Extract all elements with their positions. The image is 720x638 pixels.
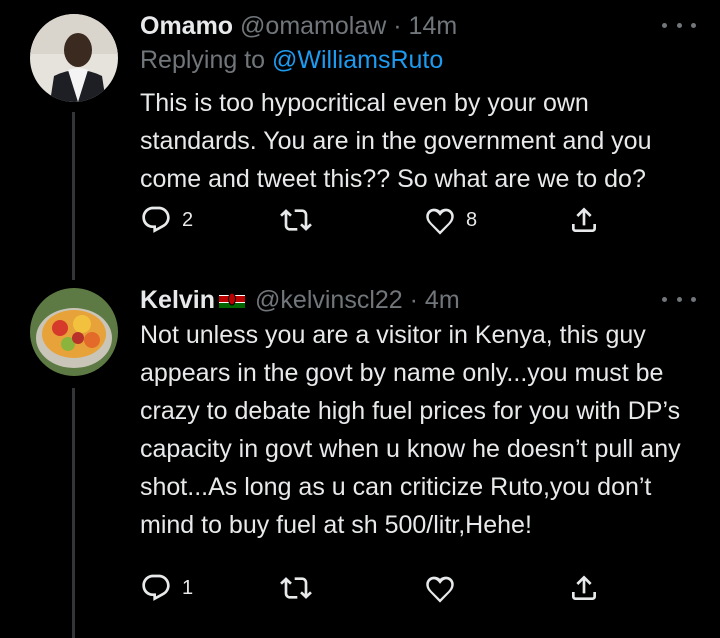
tweet-kelvin[interactable]: Kelvin @kelvinscl22 · 4m Not unless you …	[140, 284, 696, 603]
tweet-header: Kelvin @kelvinscl22 · 4m	[140, 284, 696, 316]
more-icon[interactable]	[662, 288, 696, 310]
retweet-button[interactable]	[280, 204, 322, 236]
reply-count: 1	[182, 576, 194, 599]
reply-button[interactable]: 1	[140, 572, 193, 604]
separator-dot: ·	[393, 12, 402, 40]
share-icon	[572, 207, 596, 232]
author-name[interactable]: Kelvin	[140, 286, 215, 314]
separator-dot: ·	[409, 286, 418, 314]
share-icon	[572, 575, 596, 600]
replying-to-label: Replying to	[140, 46, 273, 74]
tweet-actions: 2 8	[140, 204, 600, 244]
replying-to-line: Replying to @WilliamsRuto	[140, 44, 696, 76]
tweet-header: Omamo @omamolaw · 14m	[140, 10, 696, 42]
tweet-omamo[interactable]: Omamo @omamolaw · 14m Replying to @Willi…	[140, 10, 696, 235]
retweet-button[interactable]	[280, 572, 322, 604]
like-button[interactable]	[424, 572, 466, 604]
author-handle[interactable]: @omamolaw	[240, 12, 386, 40]
retweet-icon	[280, 577, 312, 599]
author-handle[interactable]: @kelvinscl22	[255, 286, 403, 314]
avatar-kelvin[interactable]	[30, 288, 118, 376]
like-count: 8	[466, 208, 478, 231]
reply-icon	[142, 574, 170, 601]
thread-line-1	[72, 112, 75, 280]
author-name[interactable]: Omamo	[140, 12, 233, 40]
more-icon[interactable]	[662, 14, 696, 36]
reply-count: 2	[182, 208, 194, 231]
tweet-text: This is too hypocritical even by your ow…	[140, 89, 652, 193]
thread-line-2	[72, 388, 75, 638]
like-button[interactable]: 8	[424, 204, 477, 236]
tweet-time[interactable]: 4m	[425, 286, 460, 314]
share-button[interactable]	[568, 204, 600, 236]
tweet-time[interactable]: 14m	[409, 12, 458, 40]
retweet-icon	[280, 209, 312, 231]
share-button[interactable]	[568, 572, 600, 604]
tweet-actions: 1	[140, 572, 600, 612]
tweet-text: Not unless you are a visitor in Kenya, t…	[140, 321, 681, 539]
avatar-omamo[interactable]	[30, 14, 118, 102]
like-icon	[426, 576, 454, 603]
kenya-flag-icon	[219, 290, 246, 309]
replying-to-mention[interactable]: @WilliamsRuto	[272, 46, 443, 74]
reply-icon	[142, 206, 170, 233]
reply-button[interactable]: 2	[140, 204, 193, 236]
like-icon	[426, 208, 454, 235]
